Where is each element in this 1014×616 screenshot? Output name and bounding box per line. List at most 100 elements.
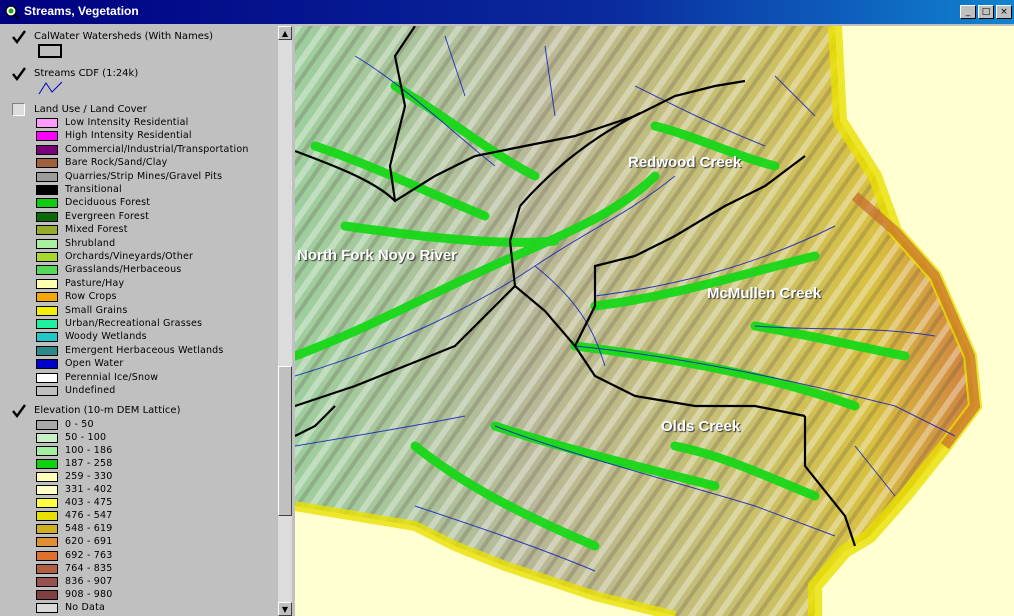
legend-label: 692 - 763 bbox=[65, 549, 113, 561]
legend-label: No Data bbox=[65, 601, 106, 613]
map-label-north-fork-noyo-river: North Fork Noyo River bbox=[297, 247, 458, 264]
color-swatch bbox=[36, 252, 58, 262]
map-label-redwood-creek: Redwood Creek bbox=[628, 154, 742, 171]
color-swatch bbox=[36, 332, 58, 343]
legend-label: Bare Rock/Sand/Clay bbox=[65, 157, 168, 169]
color-swatch bbox=[36, 158, 58, 169]
stream-line-swatch bbox=[38, 81, 63, 95]
legend-label: 908 - 980 bbox=[65, 588, 113, 600]
legend-label: Commercial/Industrial/Transportation bbox=[65, 143, 249, 155]
legend-label: 187 - 258 bbox=[65, 458, 113, 470]
legend-label: Orchards/Vineyards/Other bbox=[65, 251, 194, 262]
legend-label: Row Crops bbox=[65, 291, 117, 303]
map-label-mcmullen-creek: McMullen Creek bbox=[707, 285, 822, 302]
layer-name: Streams CDF (1:24k) bbox=[34, 68, 139, 79]
layer-name: Elevation (10-m DEM Lattice) bbox=[34, 405, 181, 416]
maximize-icon: □ bbox=[981, 6, 991, 17]
color-swatch bbox=[36, 238, 58, 249]
color-swatch bbox=[36, 265, 58, 276]
legend-label: 259 - 330 bbox=[65, 471, 113, 483]
color-swatch bbox=[36, 459, 58, 470]
legend-label: Grasslands/Herbaceous bbox=[65, 264, 182, 276]
color-swatch bbox=[36, 144, 58, 155]
terrain-map bbox=[295, 26, 983, 616]
color-swatch bbox=[36, 211, 58, 222]
checkmark-icon[interactable] bbox=[12, 404, 26, 418]
polygon-outline-swatch bbox=[38, 44, 62, 58]
minimize-icon: _ bbox=[965, 6, 971, 17]
legend-label: Transitional bbox=[65, 184, 122, 195]
legend-label: 331 - 402 bbox=[65, 484, 113, 496]
color-swatch bbox=[36, 550, 58, 561]
color-swatch bbox=[36, 185, 58, 195]
checkmark-icon[interactable] bbox=[12, 30, 26, 44]
legend-label: Emergent Herbaceous Wetlands bbox=[65, 344, 224, 356]
window-title: Streams, Vegetation bbox=[24, 4, 139, 18]
arrow-up-icon: ▲ bbox=[281, 28, 289, 38]
scroll-thumb[interactable] bbox=[278, 366, 292, 516]
arrow-down-icon: ▼ bbox=[281, 604, 289, 614]
color-swatch bbox=[36, 446, 58, 457]
color-swatch bbox=[36, 576, 58, 587]
legend-label: 620 - 691 bbox=[65, 536, 113, 548]
scroll-down-button[interactable]: ▼ bbox=[278, 602, 292, 616]
layer-name: Land Use / Land Cover bbox=[34, 104, 147, 115]
color-swatch bbox=[36, 524, 58, 535]
legend-label: Quarries/Strip Mines/Gravel Pits bbox=[65, 170, 223, 182]
legend-label: 403 - 475 bbox=[65, 497, 113, 509]
color-swatch bbox=[36, 319, 58, 329]
color-swatch bbox=[36, 372, 58, 383]
color-swatch bbox=[36, 563, 58, 574]
layer-name: CalWater Watersheds (With Names) bbox=[34, 31, 214, 42]
legend-label: Deciduous Forest bbox=[65, 197, 151, 209]
legend-label: Evergreen Forest bbox=[65, 210, 150, 222]
toc-scrollbar[interactable]: ▲ ▼ bbox=[278, 26, 292, 616]
color-swatch bbox=[36, 537, 58, 548]
color-swatch bbox=[36, 171, 58, 182]
title-bar[interactable]: Streams, Vegetation _ □ × bbox=[0, 0, 1014, 24]
legend-label: 548 - 619 bbox=[65, 523, 113, 535]
color-swatch bbox=[36, 433, 58, 444]
map-label-olds-creek: Olds Creek bbox=[661, 418, 741, 435]
legend-label: Open Water bbox=[65, 358, 124, 370]
legend-label: High Intensity Residential bbox=[65, 130, 192, 142]
color-swatch bbox=[36, 420, 58, 430]
legend-label: 476 - 547 bbox=[65, 510, 113, 522]
color-swatch bbox=[36, 225, 58, 236]
legend-label: 50 - 100 bbox=[65, 432, 107, 444]
color-swatch bbox=[36, 485, 58, 496]
close-button[interactable]: × bbox=[996, 5, 1012, 19]
checkmark-icon[interactable] bbox=[12, 67, 26, 81]
legend-label: 836 - 907 bbox=[65, 575, 113, 587]
color-swatch bbox=[36, 292, 58, 303]
minimize-button[interactable]: _ bbox=[960, 5, 976, 19]
color-swatch bbox=[36, 345, 58, 356]
legend-label: Small Grains bbox=[65, 304, 128, 316]
view-window-icon bbox=[5, 5, 20, 20]
window-controls: _ □ × bbox=[960, 5, 1012, 19]
color-swatch bbox=[36, 198, 58, 209]
legend-label: 0 - 50 bbox=[65, 419, 94, 430]
color-swatch bbox=[36, 359, 58, 370]
color-swatch bbox=[36, 589, 58, 600]
legend-label: Undefined bbox=[65, 385, 116, 396]
table-of-contents[interactable]: CalWater Watersheds (With Names) Streams… bbox=[2, 26, 278, 616]
color-swatch bbox=[36, 278, 58, 289]
legend-label: Perennial Ice/Snow bbox=[65, 371, 159, 383]
legend-label: Shrubland bbox=[65, 237, 116, 249]
color-swatch bbox=[36, 602, 58, 613]
color-swatch bbox=[36, 472, 58, 483]
color-swatch bbox=[36, 118, 58, 128]
legend-label: Pasture/Hay bbox=[65, 277, 125, 289]
legend-label: 100 - 186 bbox=[65, 445, 113, 457]
checkbox-unchecked[interactable] bbox=[12, 103, 25, 116]
map-view[interactable]: Redwood Creek North Fork Noyo River McMu… bbox=[295, 26, 1014, 616]
color-swatch bbox=[36, 386, 58, 396]
scroll-up-button[interactable]: ▲ bbox=[278, 26, 292, 40]
color-swatch bbox=[36, 305, 58, 316]
color-swatch bbox=[36, 131, 58, 142]
legend-label: Low Intensity Residential bbox=[65, 117, 189, 128]
close-icon: × bbox=[1000, 6, 1008, 17]
color-swatch bbox=[36, 511, 58, 522]
maximize-button[interactable]: □ bbox=[978, 5, 994, 19]
